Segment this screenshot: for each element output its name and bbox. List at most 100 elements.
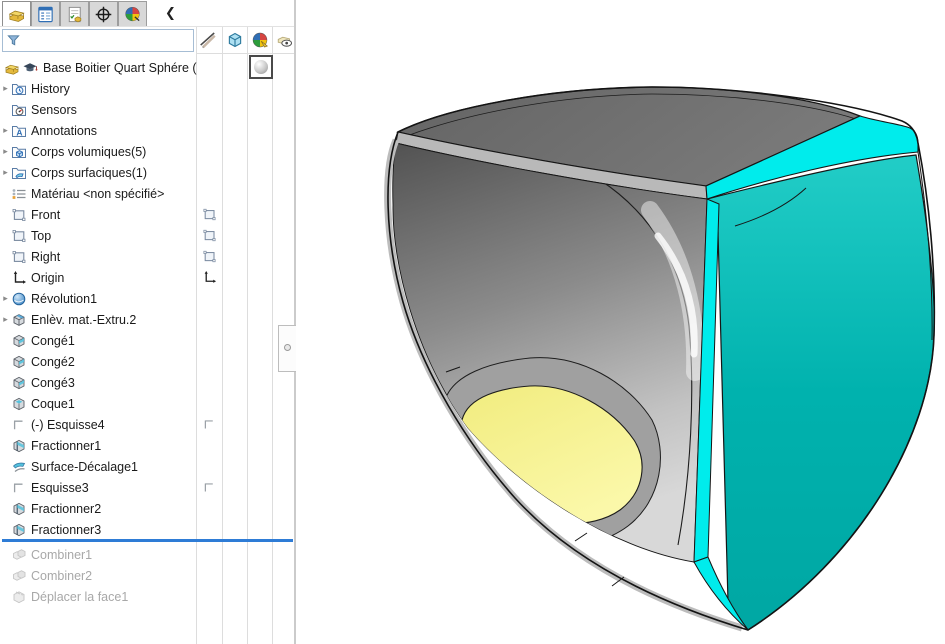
panel-right-border (294, 0, 296, 644)
pane-header-divider (197, 53, 294, 54)
tree-item-label: Front (31, 208, 60, 222)
tree-item-combiner1[interactable]: Combiner1 (0, 544, 196, 565)
tree-item-label: Révolution1 (31, 292, 97, 306)
folder-annotations-icon: A (11, 123, 27, 139)
tree-item-right[interactable]: Right (0, 246, 196, 267)
surface-offset-icon (11, 459, 27, 475)
rollback-bar[interactable] (2, 539, 293, 542)
tree-item-label: Surface-Décalage1 (31, 460, 138, 474)
tree-item-cong-3[interactable]: Congé3 (0, 372, 196, 393)
material-icon (11, 186, 27, 202)
pane-sketch-icon[interactable] (202, 417, 217, 432)
tree-item-corps-surfaciques-1-[interactable]: ▸ Corps surfaciques(1) (0, 162, 196, 183)
tree-item-label: Corps volumiques(5) (31, 145, 146, 159)
tree-item-label: Combiner2 (31, 569, 92, 583)
featuremanager-panel: ❮ Base Boitier Quart Sphére (▸HistorySen… (0, 0, 296, 644)
part-icon (4, 60, 20, 76)
tree-item-label: Congé2 (31, 355, 75, 369)
tree-item-cong-1[interactable]: Congé1 (0, 330, 196, 351)
expand-arrow-icon[interactable]: ▸ (0, 288, 11, 309)
appearance-swatch[interactable] (249, 55, 273, 79)
tree-item-fractionner3[interactable]: Fractionner3 (0, 519, 196, 540)
fillet-icon (11, 354, 27, 370)
tree-item-fractionner2[interactable]: Fractionner2 (0, 498, 196, 519)
pane-plane-icon[interactable] (202, 207, 217, 222)
tree-item-corps-volumiques-5-[interactable]: ▸ Corps volumiques(5) (0, 141, 196, 162)
pane-plane-icon[interactable] (202, 228, 217, 243)
model-base-boitier-quart-sphere[interactable] (296, 0, 945, 644)
tree-item-front[interactable]: Front (0, 204, 196, 225)
transparency-column-header[interactable] (276, 31, 294, 49)
expand-arrow-icon[interactable]: ▸ (0, 141, 11, 162)
tree-item-d-placer-la-face1[interactable]: Déplacer la face1 (0, 586, 196, 607)
tree-item-combiner2[interactable]: Combiner2 (0, 565, 196, 586)
fillet-icon (11, 375, 27, 391)
tree-item-sensors[interactable]: Sensors (0, 99, 196, 120)
cube3d-icon (226, 31, 244, 49)
combine-icon (11, 547, 27, 563)
tree-item-label: Fractionner3 (31, 523, 101, 537)
tree-item-label: Combiner1 (31, 548, 92, 562)
tree-item--esquisse4[interactable]: (-) Esquisse4 (0, 414, 196, 435)
tree-item-label: Sensors (31, 103, 77, 117)
revolve-icon (11, 291, 27, 307)
solidworks-window: ❮ Base Boitier Quart Sphére (▸HistorySen… (0, 0, 945, 644)
tree-item-label: Fractionner1 (31, 439, 101, 453)
pane-column-line (222, 27, 223, 644)
pane-sketch-icon[interactable] (202, 480, 217, 495)
tree-item-label: Corps surfaciques(1) (31, 166, 147, 180)
fillet-icon (11, 333, 27, 349)
tree-item-top[interactable]: Top (0, 225, 196, 246)
tree-item-history[interactable]: ▸ History (0, 78, 196, 99)
tree-item-label: Base Boitier Quart Sphére ( (43, 61, 197, 75)
tree-item-annotations[interactable]: ▸AAnnotations (0, 120, 196, 141)
shell-icon (11, 396, 27, 412)
graphics-viewport[interactable] (296, 0, 945, 644)
folder-sensors-icon (11, 102, 27, 118)
tree-item-label: Matériau <non spécifié> (31, 187, 164, 201)
tree-item-surface-d-calage1[interactable]: Surface-Décalage1 (0, 456, 196, 477)
tree-pane-divider (196, 27, 197, 644)
split-icon (11, 522, 27, 538)
origin-icon (11, 270, 27, 286)
pane-plane-icon[interactable] (202, 249, 217, 264)
pane-origin-icon[interactable] (202, 270, 217, 285)
tree-item-esquisse3[interactable]: Esquisse3 (0, 477, 196, 498)
plane-icon (11, 207, 27, 223)
sketch-icon (11, 480, 27, 496)
splitter-dot-icon (284, 344, 291, 351)
model-teal-body-face[interactable] (707, 155, 934, 630)
tree-item-base-boitier-quart-sph-re-[interactable]: Base Boitier Quart Sphére ( (0, 57, 200, 78)
tree-item-label: History (31, 82, 70, 96)
expand-arrow-icon[interactable]: ▸ (0, 162, 11, 183)
tree-item-label: Congé1 (31, 334, 75, 348)
tree-item-origin[interactable]: Origin (0, 267, 196, 288)
plane-icon (11, 249, 27, 265)
folder-solids-icon (11, 144, 27, 160)
tree-item-coque1[interactable]: Coque1 (0, 393, 196, 414)
appearance-sphere-icon (254, 60, 268, 74)
expand-arrow-icon[interactable]: ▸ (0, 78, 11, 99)
eye-part-icon (276, 31, 294, 49)
pane-column-line (247, 27, 248, 644)
display-mode-column-header[interactable] (226, 31, 244, 49)
tree-item-enl-v-mat-extru-2[interactable]: ▸ Enlèv. mat.-Extru.2 (0, 309, 196, 330)
tree-item-mat-riau-non-sp-cifi-[interactable]: Matériau <non spécifié> (0, 183, 196, 204)
tree-item-cong-2[interactable]: Congé2 (0, 351, 196, 372)
folder-history-icon (11, 81, 27, 97)
expand-arrow-icon[interactable]: ▸ (0, 120, 11, 141)
hide-show-column-header[interactable] (199, 31, 217, 49)
cap-icon (22, 60, 38, 76)
appearance-column-header[interactable] (251, 31, 269, 49)
tree-item-fractionner1[interactable]: Fractionner1 (0, 435, 196, 456)
panel-splitter-handle[interactable] (278, 325, 296, 372)
folder-surfaces-icon (11, 165, 27, 181)
tree-item-r-volution1[interactable]: ▸ Révolution1 (0, 288, 196, 309)
feature-tree: Base Boitier Quart Sphére ( ▸ History Senso… (0, 0, 196, 644)
tree-item-label: Esquisse3 (31, 481, 89, 495)
expand-arrow-icon[interactable]: ▸ (0, 309, 11, 330)
split-icon (11, 501, 27, 517)
tree-item-label: Enlèv. mat.-Extru.2 (31, 313, 136, 327)
combine-icon (11, 568, 27, 584)
tree-item-label: Déplacer la face1 (31, 590, 128, 604)
